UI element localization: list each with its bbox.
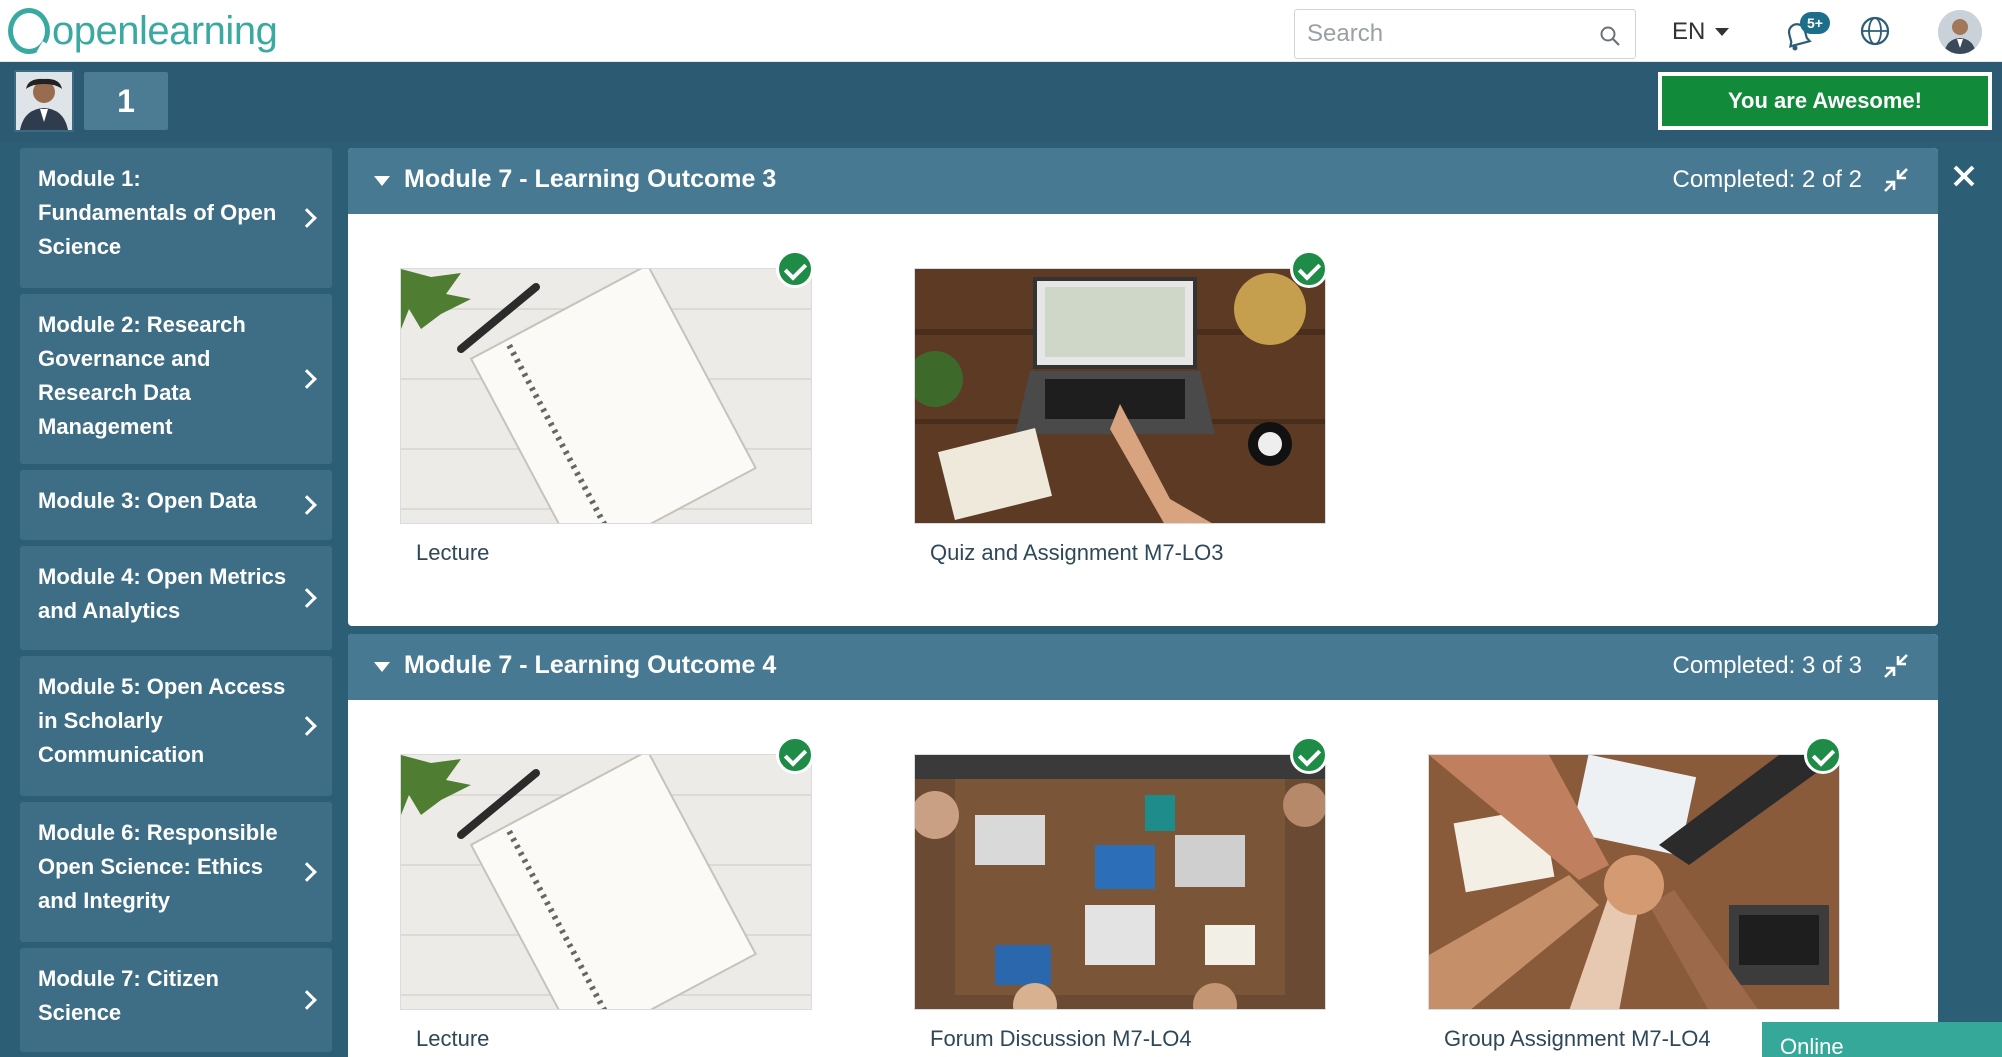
notifications-button[interactable]: 5+ <box>1778 10 1834 54</box>
chevron-right-icon <box>297 208 317 228</box>
profile-avatar[interactable] <box>14 70 74 132</box>
sidebar-item-label: Module 7: Citizen Science <box>38 966 219 1025</box>
completed-check-icon <box>1804 736 1842 774</box>
chevron-down-icon <box>1715 28 1730 36</box>
sidebar-item-module-3[interactable]: Module 3: Open Data <box>20 470 332 540</box>
openlearning-logo[interactable]: openlearning <box>8 6 278 56</box>
sidebar-item-label: Module 4: Open Metrics and Analytics <box>38 564 287 623</box>
collapse-icon[interactable] <box>1882 166 1910 194</box>
user-avatar[interactable] <box>1938 10 1982 54</box>
close-icon[interactable] <box>1946 158 1982 194</box>
learning-outcome-section: Module 7 - Learning Outcome 4 Completed:… <box>348 634 1938 1057</box>
completed-check-icon <box>776 736 814 774</box>
sidebar-item-module-4[interactable]: Module 4: Open Metrics and Analytics <box>20 546 332 650</box>
section-title: Module 7 - Learning Outcome 3 <box>404 165 777 193</box>
completed-check-icon <box>776 250 814 288</box>
sidebar-item-module-7[interactable]: Module 7: Citizen Science <box>20 948 332 1052</box>
language-label: EN <box>1672 18 1706 45</box>
chevron-right-icon <box>297 369 317 389</box>
chevron-right-icon <box>297 588 317 608</box>
activity-label: Forum Discussion M7-LO4 <box>930 1026 1192 1051</box>
collapse-icon[interactable] <box>1882 652 1910 680</box>
notification-badge: 5+ <box>1800 12 1830 34</box>
chevron-right-icon <box>297 990 317 1010</box>
top-header: openlearning EN 5+ <box>0 0 2002 62</box>
section-progress: Completed: 2 of 2 <box>1672 166 1862 193</box>
user-level: 1 <box>84 72 168 130</box>
learning-outcome-section: Module 7 - Learning Outcome 3 Completed:… <box>348 148 1938 626</box>
awesome-button[interactable]: You are Awesome! <box>1662 76 1988 126</box>
caret-down-icon <box>374 662 390 672</box>
search-icon[interactable] <box>1599 25 1621 47</box>
sidebar-item-module-6[interactable]: Module 6: Responsible Open Science: Ethi… <box>20 802 332 942</box>
completed-check-icon <box>1290 736 1328 774</box>
activity-label: Quiz and Assignment M7-LO3 <box>930 540 1224 565</box>
online-label: Online <box>1780 1034 1844 1057</box>
sidebar-item-module-5[interactable]: Module 5: Open Access in Scholarly Commu… <box>20 656 332 796</box>
hands-together-thumbnail <box>1428 754 1840 1010</box>
section-header[interactable]: Module 7 - Learning Outcome 3 Completed:… <box>348 148 1938 214</box>
section-title: Module 7 - Learning Outcome 4 <box>404 651 777 679</box>
chevron-right-icon <box>297 716 317 736</box>
completed-check-icon <box>1290 250 1328 288</box>
activity-label: Lecture <box>416 540 490 565</box>
language-selector[interactable]: EN <box>1672 18 1730 46</box>
sidebar-item-label: Module 6: Responsible Open Science: Ethi… <box>38 820 278 913</box>
sidebar-item-module-1[interactable]: Module 1: Fundamentals of Open Science <box>20 148 332 288</box>
online-status-tab[interactable]: Online <box>1762 1022 2002 1057</box>
chevron-right-icon <box>297 862 317 882</box>
globe-icon[interactable] <box>1858 14 1892 48</box>
sidebar-item-label: Module 3: Open Data <box>38 488 257 513</box>
logo-ring-icon <box>8 8 50 54</box>
activity-label: Group Assignment M7-LO4 <box>1444 1026 1711 1051</box>
section-header[interactable]: Module 7 - Learning Outcome 4 Completed:… <box>348 634 1938 700</box>
caret-down-icon <box>374 176 390 186</box>
team-table-thumbnail <box>914 754 1326 1010</box>
chevron-right-icon <box>297 495 317 515</box>
search-input[interactable] <box>1307 18 1587 50</box>
sidebar-item-label: Module 5: Open Access in Scholarly Commu… <box>38 674 286 767</box>
notebook-thumbnail <box>400 754 812 1010</box>
activity-label: Lecture <box>416 1026 490 1051</box>
logo-text: openlearning <box>52 9 278 53</box>
search-box[interactable] <box>1294 9 1636 59</box>
sidebar-item-module-2[interactable]: Module 2: Research Governance and Resear… <box>20 294 332 464</box>
notebook-thumbnail <box>400 268 812 524</box>
sidebar-item-label: Module 2: Research Governance and Resear… <box>38 312 246 439</box>
laptop-desk-thumbnail <box>914 268 1326 524</box>
module-sidebar: Module 1: Fundamentals of Open Science M… <box>20 146 332 1057</box>
awesome-container: You are Awesome! <box>1658 72 1992 130</box>
sidebar-item-label: Module 1: Fundamentals of Open Science <box>38 166 277 259</box>
section-progress: Completed: 3 of 3 <box>1672 652 1862 679</box>
